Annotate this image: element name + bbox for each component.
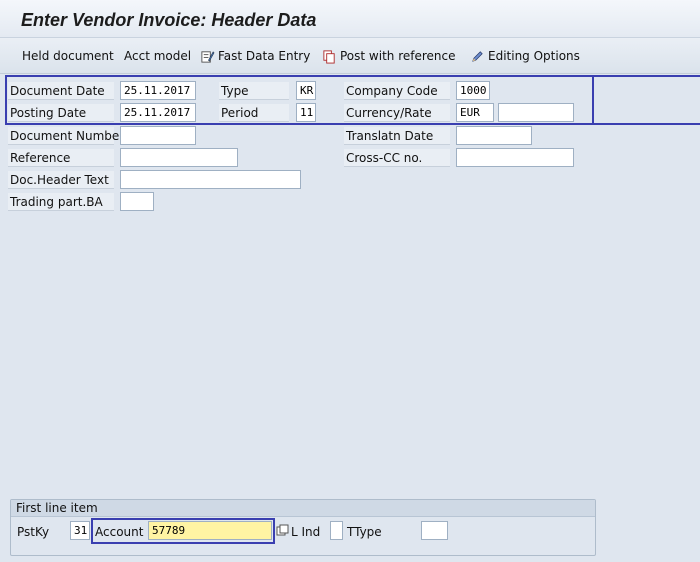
matchcode-icon[interactable] — [276, 524, 289, 537]
page-title: Enter Vendor Invoice: Header Data — [21, 10, 317, 30]
trading-part-label: Trading part.BA — [8, 193, 114, 211]
pstky-label: PstKy — [17, 525, 50, 539]
fast-data-entry-label: Fast Data Entry — [218, 49, 311, 63]
held-document-label: Held document — [22, 49, 114, 63]
account-field[interactable]: 57789 — [148, 521, 272, 540]
company-code-label: Company Code — [344, 82, 450, 100]
l-ind-label: L Ind — [291, 525, 321, 539]
account-label: Account — [95, 525, 144, 539]
type-field[interactable]: KR — [296, 81, 316, 100]
period-label: Period — [219, 104, 289, 122]
post-with-reference-label: Post with reference — [340, 49, 456, 63]
ttype-label: TType — [347, 525, 382, 539]
acct-model-label: Acct model — [124, 49, 192, 63]
period-field[interactable]: 11 — [296, 103, 316, 122]
acct-model-button[interactable]: Acct model — [124, 47, 191, 65]
company-code-field[interactable]: 1000 — [456, 81, 490, 100]
editing-options-button[interactable]: Editing Options — [470, 47, 580, 65]
exchange-rate-field[interactable] — [498, 103, 574, 122]
document-date-field[interactable]: 25.11.2017 — [120, 81, 196, 100]
title-bar: Enter Vendor Invoice: Header Data — [0, 0, 700, 38]
currency-field[interactable]: EUR — [456, 103, 494, 122]
reference-label: Reference — [8, 149, 114, 167]
type-label: Type — [219, 82, 289, 100]
header-highlight-extension-top — [594, 75, 700, 77]
l-ind-field[interactable] — [330, 521, 343, 540]
pencil-icon — [472, 50, 483, 62]
copy-document-icon — [323, 49, 335, 64]
cross-cc-field[interactable] — [456, 148, 574, 167]
post-with-reference-button[interactable]: Post with reference — [322, 47, 456, 65]
doc-header-text-field[interactable] — [120, 170, 301, 189]
fast-entry-icon — [201, 50, 215, 63]
editing-options-label: Editing Options — [488, 49, 580, 63]
held-document-button[interactable]: Held document — [22, 47, 114, 65]
document-number-field[interactable] — [120, 126, 196, 145]
currency-rate-label: Currency/Rate — [344, 104, 450, 122]
pstky-field[interactable]: 31 — [70, 521, 90, 540]
doc-header-text-label: Doc.Header Text — [8, 171, 114, 189]
posting-date-field[interactable]: 25.11.2017 — [120, 103, 196, 122]
header-highlight-extension-bottom — [594, 123, 700, 125]
first-line-item-title: First line item — [11, 500, 595, 517]
cross-cc-label: Cross-CC no. — [344, 149, 450, 167]
trading-part-field[interactable] — [120, 192, 154, 211]
posting-date-label: Posting Date — [8, 104, 114, 122]
translatn-date-label: Translatn Date — [344, 127, 450, 145]
ttype-field[interactable] — [421, 521, 448, 540]
document-number-label: Document Number — [8, 127, 125, 145]
application-toolbar: Held document Acct model Fast Data Entry… — [0, 38, 700, 74]
fast-data-entry-button[interactable]: Fast Data Entry — [200, 47, 310, 65]
reference-field[interactable] — [120, 148, 238, 167]
document-date-label: Document Date — [8, 82, 114, 100]
translatn-date-field[interactable] — [456, 126, 532, 145]
